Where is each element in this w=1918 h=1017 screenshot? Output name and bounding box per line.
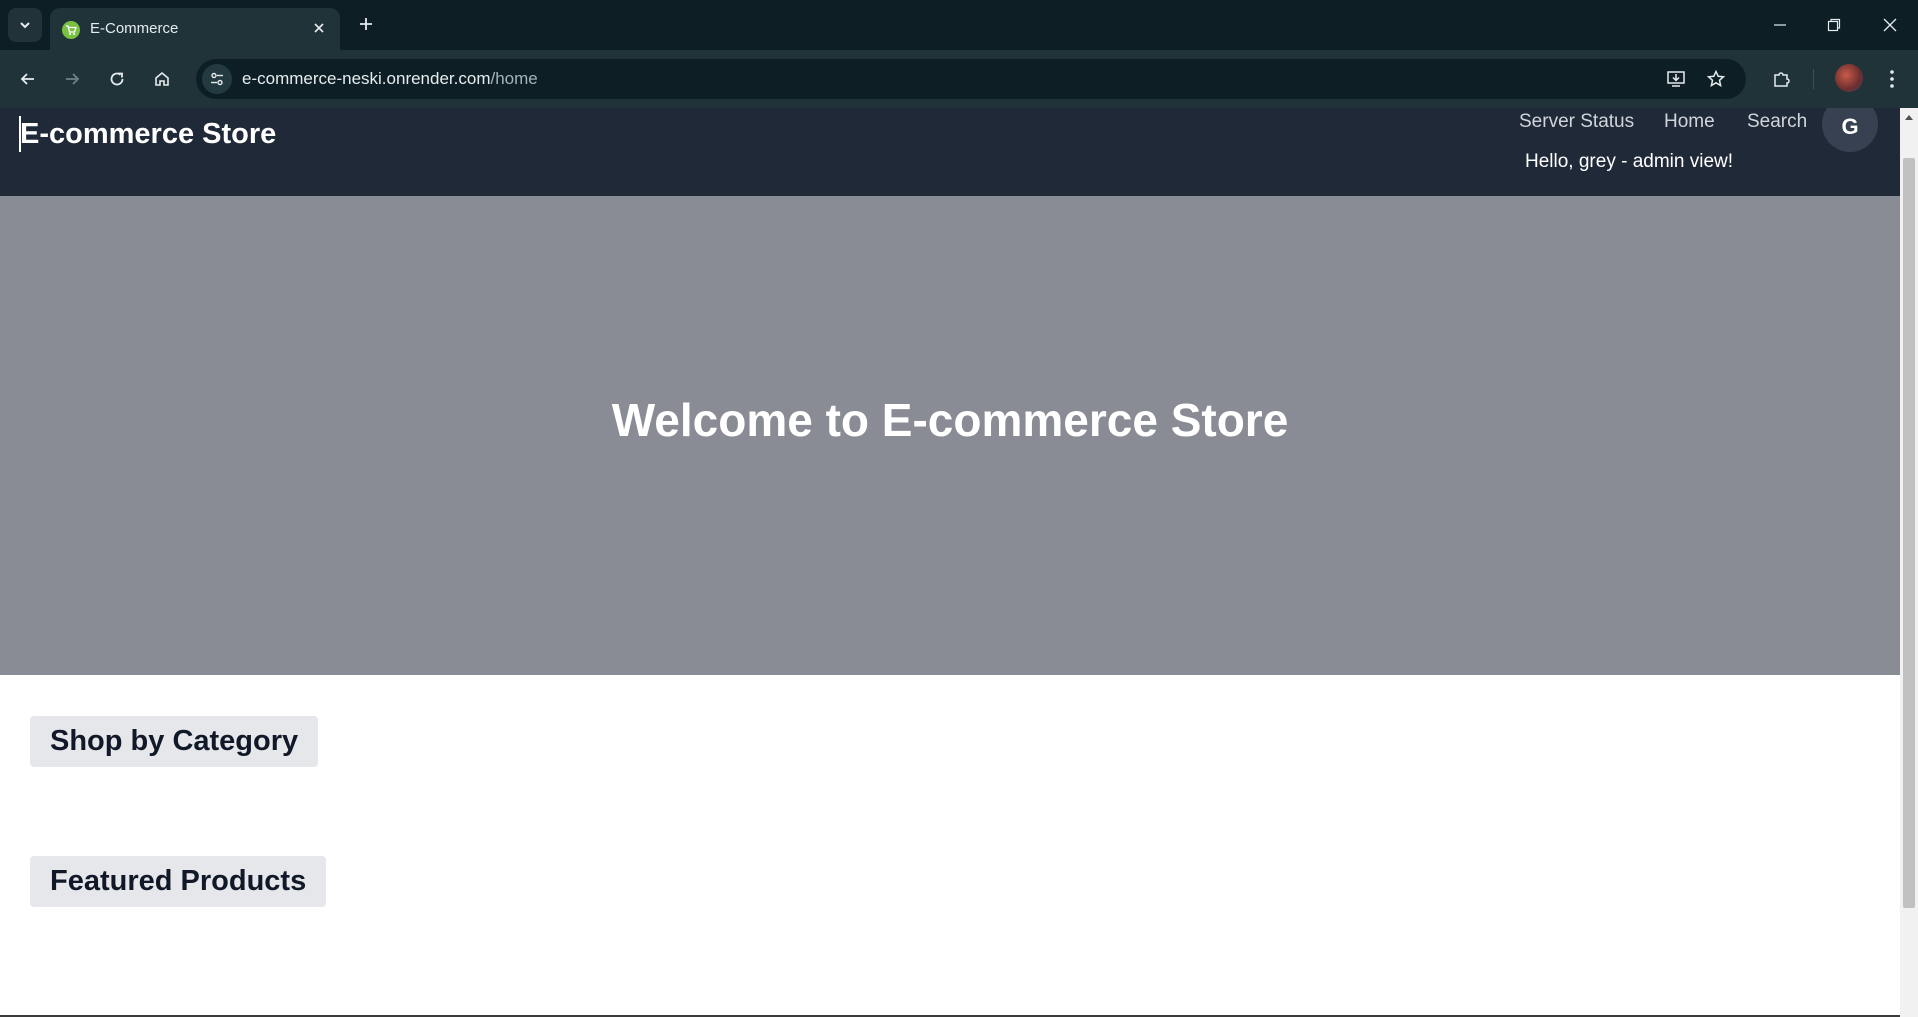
minimize-button[interactable] — [1752, 0, 1808, 50]
kebab-menu-icon — [1890, 70, 1894, 88]
window-close-button[interactable] — [1862, 0, 1918, 50]
tune-icon — [211, 72, 223, 86]
plus-icon — [360, 18, 372, 30]
home-icon — [155, 71, 169, 86]
new-tab-button[interactable] — [352, 10, 380, 38]
install-app-icon — [1667, 71, 1685, 87]
url-path: /home — [490, 69, 538, 88]
shopping-cart-icon — [62, 21, 80, 39]
nav-link-search[interactable]: Search — [1747, 111, 1807, 133]
restore-icon — [1827, 18, 1841, 32]
site-header: E-commerce Store Server Status Home Sear… — [0, 108, 1900, 196]
nav-link-server-status[interactable]: Server Status — [1519, 111, 1634, 133]
extensions-button[interactable] — [1766, 63, 1798, 95]
chevron-down-icon — [20, 22, 30, 29]
category-section-heading: Shop by Category — [30, 716, 319, 767]
close-icon — [1883, 18, 1897, 32]
address-bar[interactable]: e-commerce-neski.onrender.com/home — [196, 59, 1746, 99]
scrollbar-thumb[interactable] — [1903, 158, 1915, 908]
scroll-up-arrow-icon[interactable] — [1900, 108, 1918, 126]
browser-toolbar: e-commerce-neski.onrender.com/home — [0, 50, 1918, 108]
user-avatar-button[interactable]: G — [1822, 108, 1878, 152]
back-button[interactable] — [12, 63, 44, 95]
minimize-icon — [1774, 24, 1786, 26]
puzzle-icon — [1774, 72, 1790, 87]
site-info-button[interactable] — [202, 64, 232, 94]
page-scrollbar[interactable] — [1900, 108, 1918, 1017]
hero-banner: Welcome to E-commerce Store — [0, 196, 1900, 675]
tab-close-icon[interactable] — [308, 17, 330, 39]
avatar-letter: G — [1841, 114, 1859, 139]
reload-icon — [110, 72, 124, 86]
url-text: e-commerce-neski.onrender.com/home — [242, 69, 538, 89]
tab-search-button[interactable] — [8, 8, 42, 42]
arrow-right-icon — [66, 73, 80, 85]
star-icon — [1706, 69, 1726, 88]
featured-section-heading: Featured Products — [30, 856, 327, 907]
restore-button[interactable] — [1806, 0, 1862, 50]
url-host: e-commerce-neski.onrender.com — [242, 69, 491, 88]
user-greeting: Hello, grey - admin view! — [1525, 151, 1734, 172]
forward-button[interactable] — [56, 63, 88, 95]
nav-link-home[interactable]: Home — [1664, 111, 1715, 133]
tab-title: E-Commerce — [90, 20, 179, 37]
bookmark-button[interactable] — [1701, 64, 1731, 94]
browser-tab-active[interactable]: E-Commerce — [50, 8, 340, 50]
browser-tab-strip: E-Commerce — [0, 0, 1918, 50]
hero-title: Welcome to E-commerce Store — [611, 394, 1289, 447]
page-viewport: E-commerce Store Server Status Home Sear… — [0, 108, 1900, 1017]
install-app-button[interactable] — [1661, 64, 1691, 94]
arrow-left-icon — [20, 73, 34, 85]
home-button[interactable] — [146, 63, 178, 95]
toolbar-divider — [1813, 69, 1814, 89]
reload-button[interactable] — [101, 63, 133, 95]
profile-avatar[interactable] — [1835, 64, 1863, 92]
browser-menu-button[interactable] — [1876, 63, 1908, 95]
brand-title[interactable]: E-commerce Store — [20, 118, 276, 151]
